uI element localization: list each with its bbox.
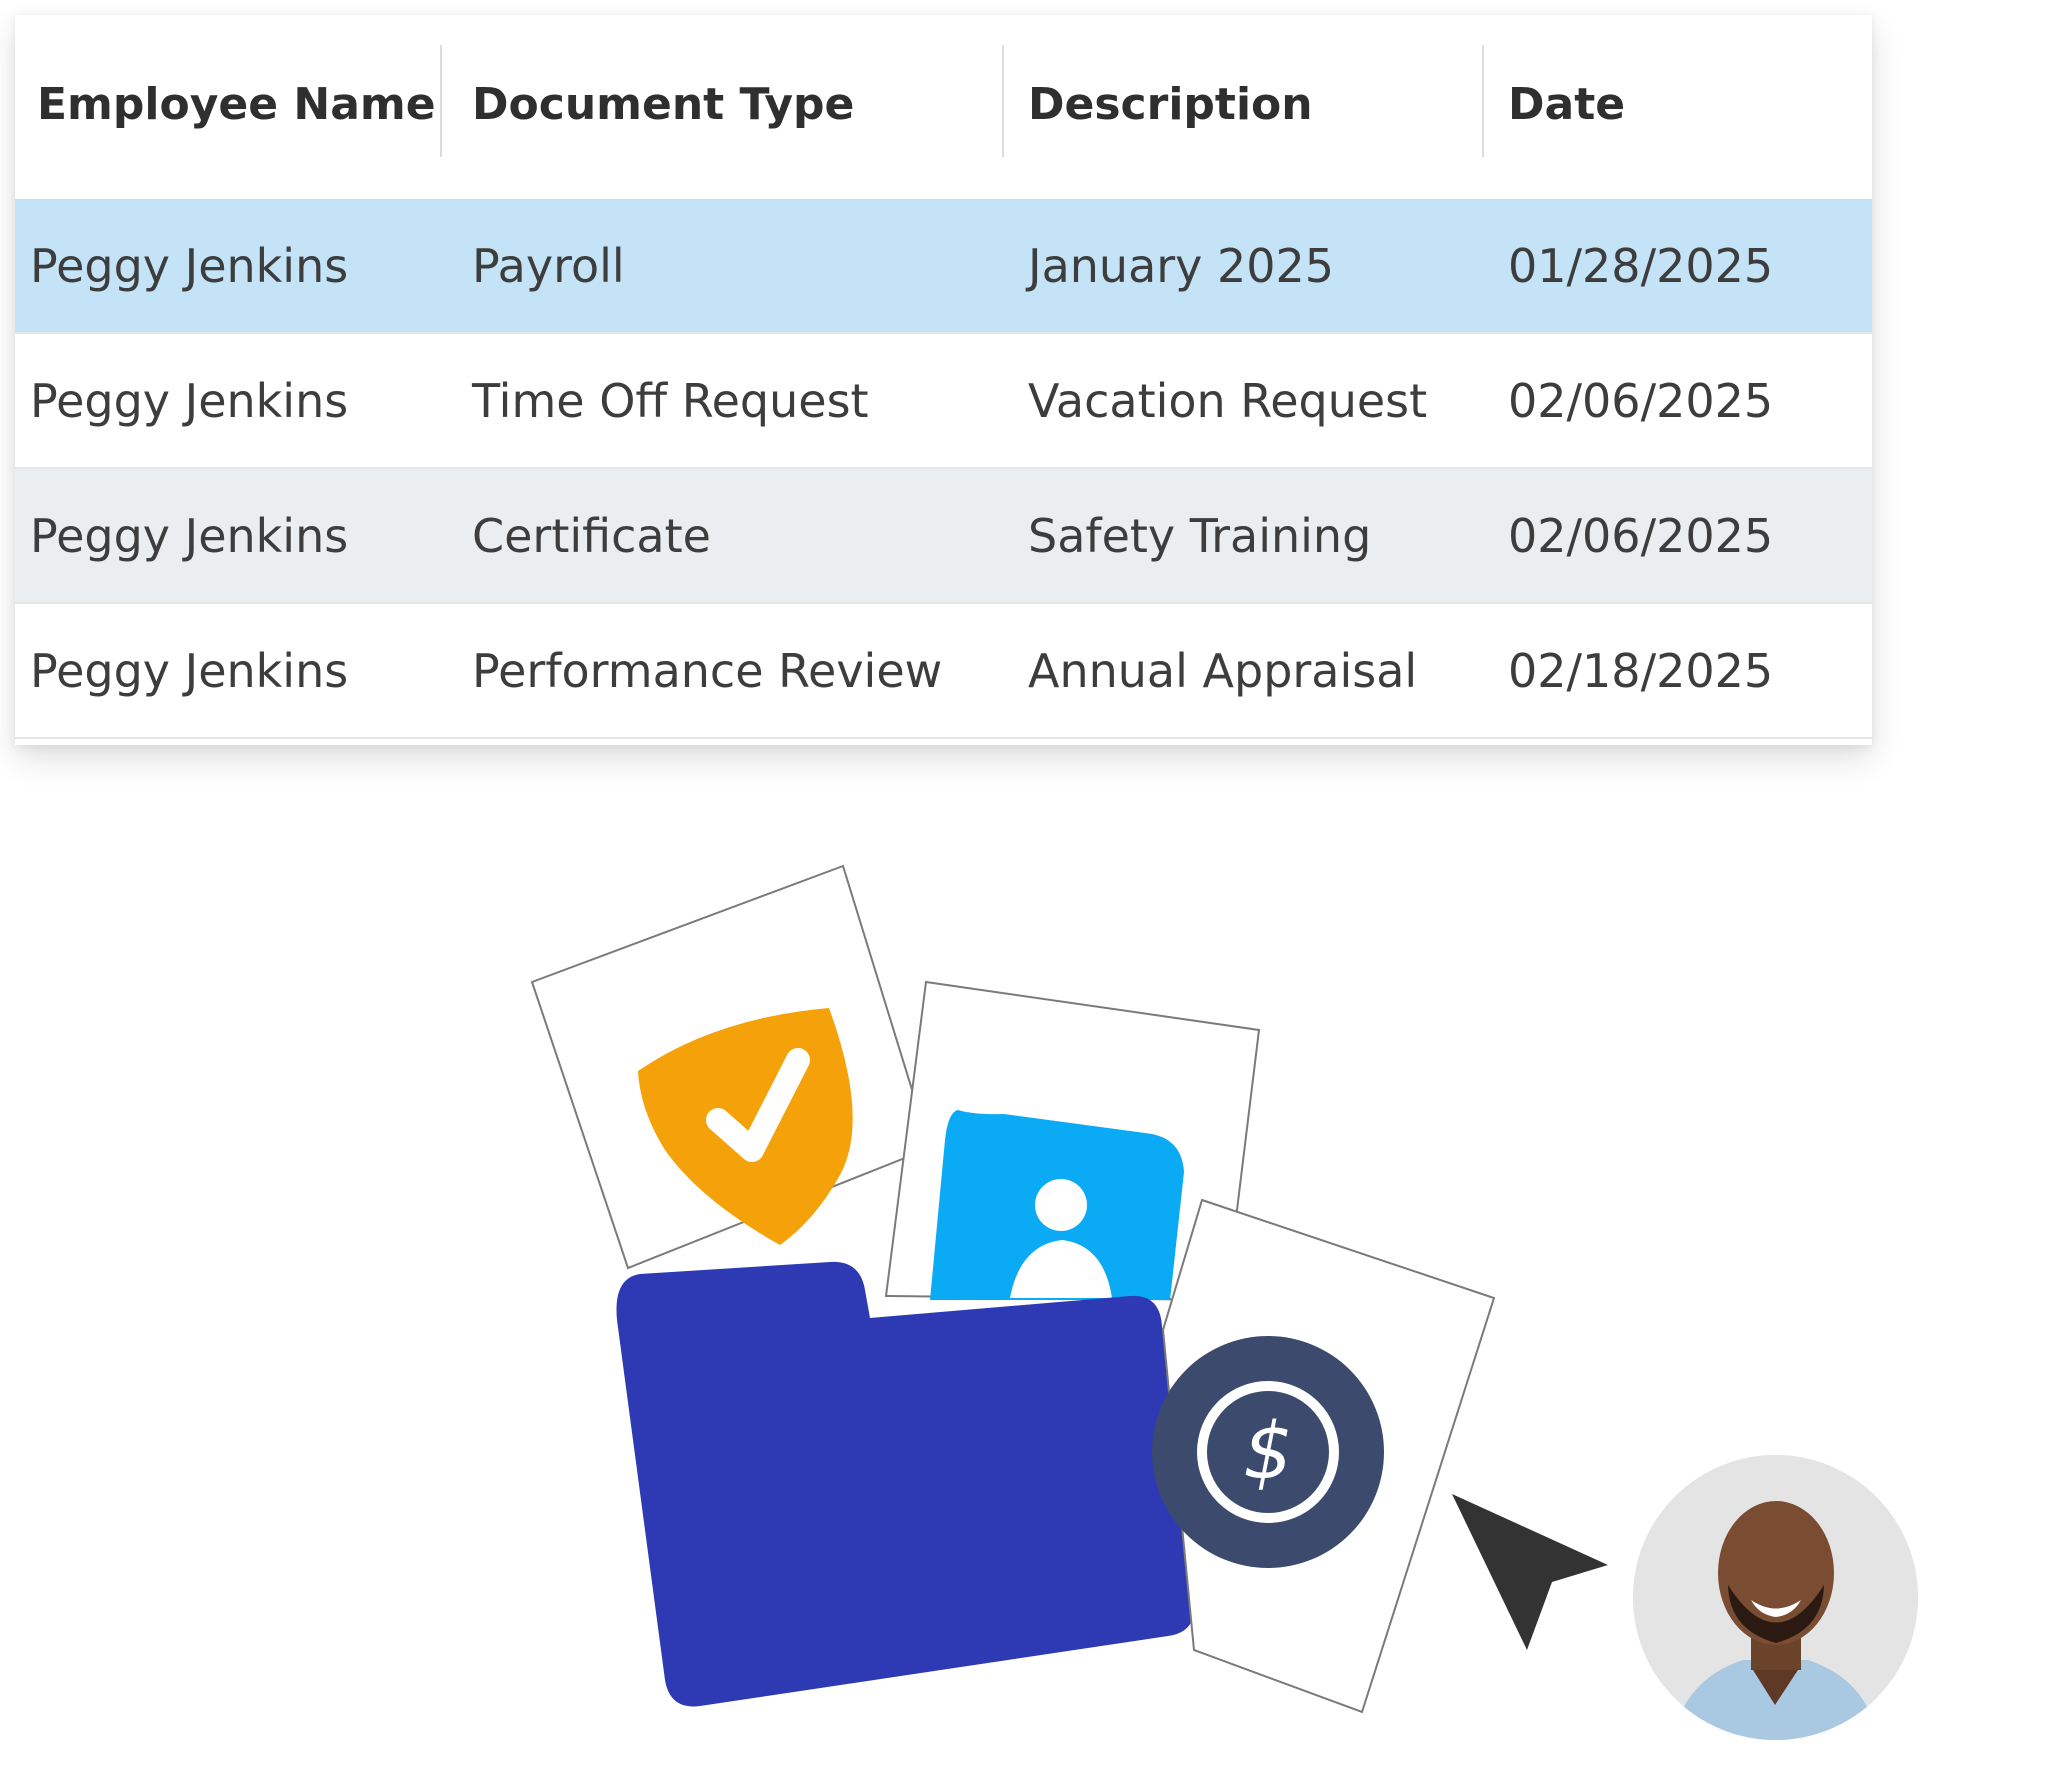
avatar[interactable] (1633, 1455, 1918, 1740)
dollar-coin-icon: $ (1152, 1336, 1384, 1568)
contact-card-icon (930, 1110, 1184, 1300)
avatar-portrait (1633, 1455, 1918, 1740)
svg-text:$: $ (1243, 1407, 1293, 1497)
payroll-document: $ (1152, 1198, 1496, 1714)
folder-icon (616, 1261, 1195, 1707)
shield-document (530, 864, 932, 1270)
cursor-arrow-icon (1452, 1494, 1608, 1650)
